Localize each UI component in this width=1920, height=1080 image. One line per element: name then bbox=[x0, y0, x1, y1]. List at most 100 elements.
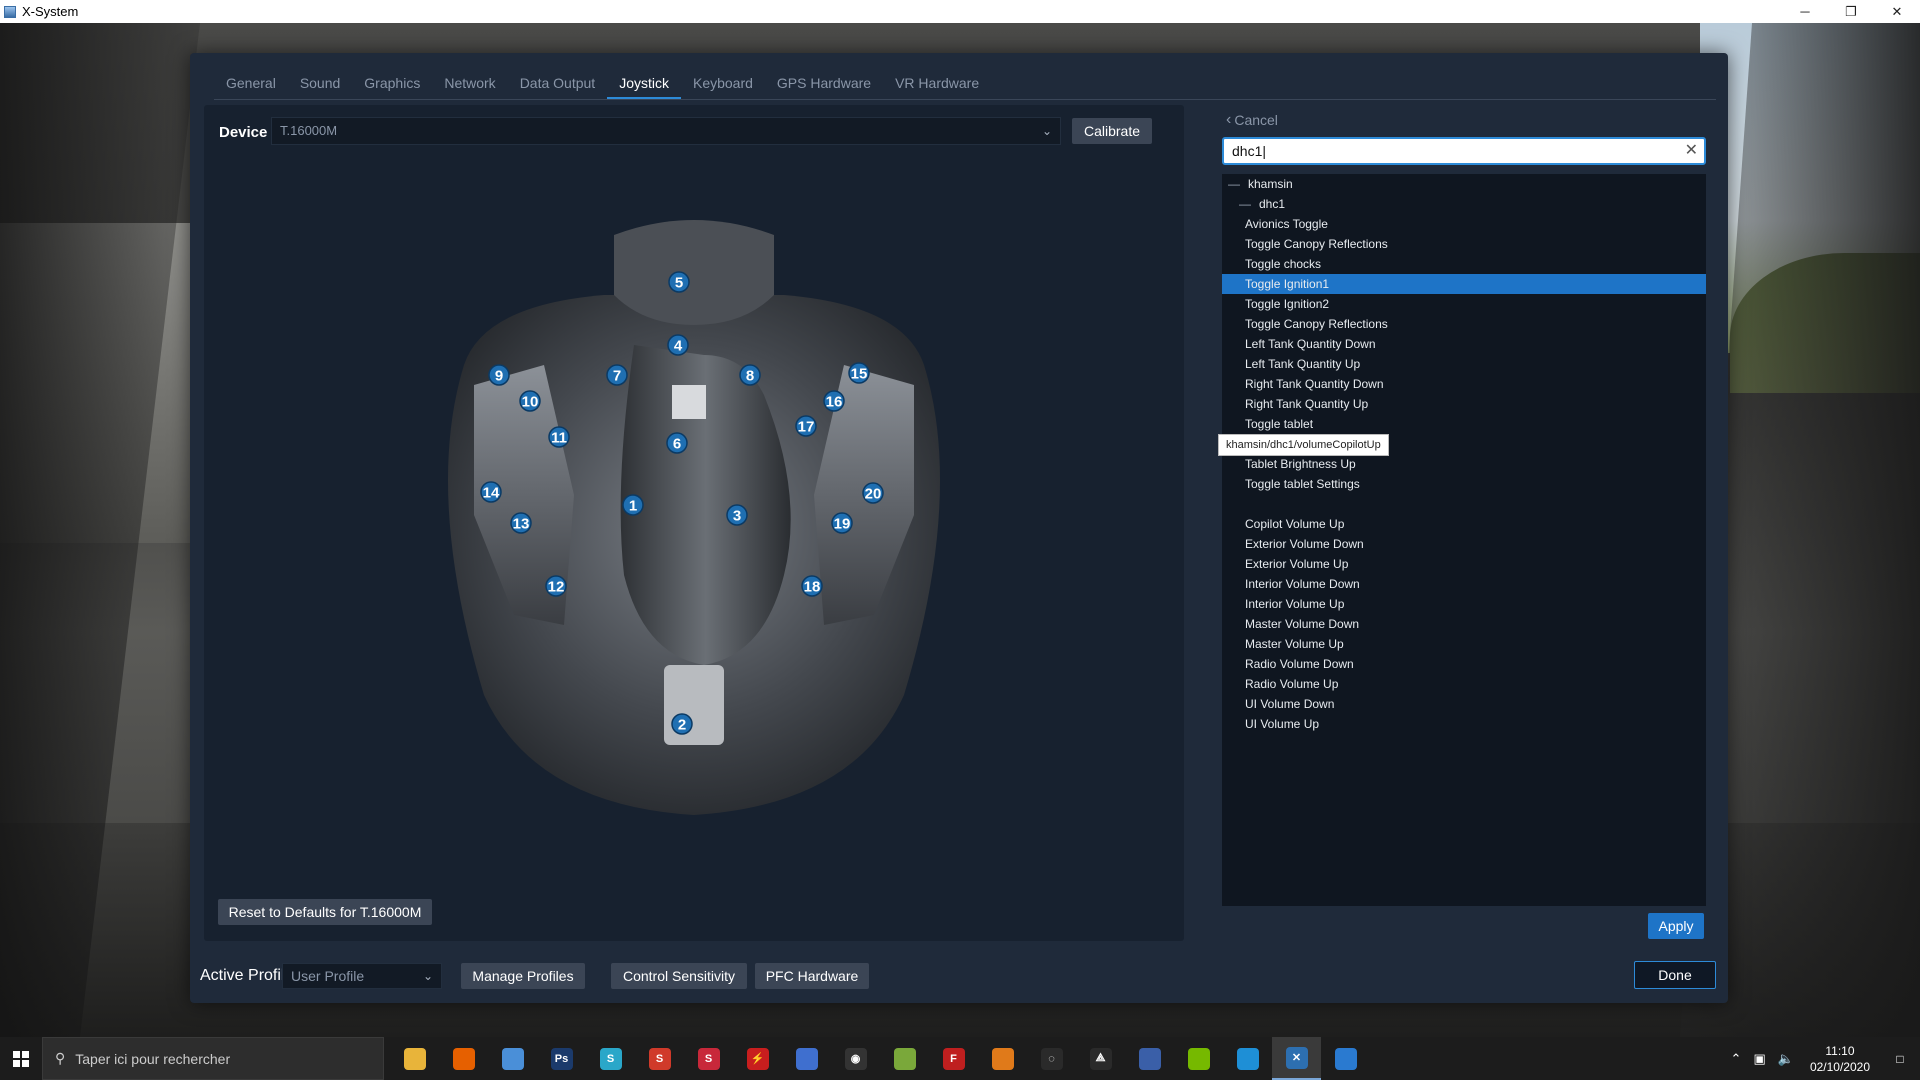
done-button[interactable]: Done bbox=[1634, 961, 1716, 989]
tree-item[interactable]: Toggle Ignition2 bbox=[1222, 294, 1706, 314]
joystick-button-badge[interactable]: 14 bbox=[480, 481, 502, 503]
tree-group-khamsin[interactable]: — khamsin bbox=[1222, 174, 1706, 194]
tab-network[interactable]: Network bbox=[432, 67, 507, 99]
tree-item[interactable]: Right Tank Quantity Up bbox=[1222, 394, 1706, 414]
collapse-icon[interactable]: — bbox=[1228, 174, 1240, 194]
apply-button[interactable]: Apply bbox=[1648, 913, 1704, 939]
tree-item[interactable]: Toggle Canopy Reflections bbox=[1222, 314, 1706, 334]
taskbar-app-nvidia-icon[interactable] bbox=[1174, 1037, 1223, 1080]
volume-icon[interactable]: 🔈 bbox=[1772, 1051, 1800, 1067]
taskbar-app-obs-icon[interactable]: ◉ bbox=[831, 1037, 880, 1080]
joystick-button-badge[interactable]: 12 bbox=[545, 575, 567, 597]
clock[interactable]: 11:10 02/10/2020 bbox=[1800, 1043, 1880, 1075]
pfc-hardware-button[interactable]: PFC Hardware bbox=[755, 963, 869, 989]
taskbar-app-chat-icon[interactable] bbox=[488, 1037, 537, 1080]
tab-graphics[interactable]: Graphics bbox=[352, 67, 432, 99]
joystick-button-badge[interactable]: 20 bbox=[862, 482, 884, 504]
tree-item[interactable]: Left Tank Quantity Down bbox=[1222, 334, 1706, 354]
taskbar-app-globe-icon[interactable] bbox=[1125, 1037, 1174, 1080]
taskbar-app-filezilla-icon[interactable]: F bbox=[929, 1037, 978, 1080]
taskbar-app-notepad-icon[interactable] bbox=[880, 1037, 929, 1080]
tree-item[interactable] bbox=[1222, 494, 1706, 514]
tree-item[interactable]: UI Volume Down bbox=[1222, 694, 1706, 714]
taskbar-app-photoshop-icon[interactable]: Ps bbox=[537, 1037, 586, 1080]
joystick-button-badge[interactable]: 16 bbox=[823, 390, 845, 412]
tree-item[interactable]: Toggle Canopy Reflections bbox=[1222, 234, 1706, 254]
joystick-button-badge[interactable]: 4 bbox=[667, 334, 689, 356]
taskbar-app-app-s2-icon[interactable]: S bbox=[684, 1037, 733, 1080]
joystick-button-badge[interactable]: 8 bbox=[739, 364, 761, 386]
tree-item[interactable]: Radio Volume Up bbox=[1222, 674, 1706, 694]
minimize-button[interactable]: ─ bbox=[1782, 0, 1828, 23]
tab-gps-hardware[interactable]: GPS Hardware bbox=[765, 67, 883, 99]
tab-general[interactable]: General bbox=[214, 67, 288, 99]
manage-profiles-button[interactable]: Manage Profiles bbox=[461, 963, 585, 989]
cancel-link[interactable]: ‹ Cancel bbox=[1226, 111, 1278, 129]
tray-chevron-up-icon[interactable]: ⌃ bbox=[1725, 1051, 1748, 1067]
taskbar-app-app-orange-icon[interactable] bbox=[978, 1037, 1027, 1080]
joystick-button-badge[interactable]: 3 bbox=[726, 504, 748, 526]
command-search-input[interactable]: dhc1| ✕ bbox=[1222, 137, 1706, 165]
taskbar-app-app-blue-icon[interactable] bbox=[1321, 1037, 1370, 1080]
tree-item[interactable]: Left Tank Quantity Up bbox=[1222, 354, 1706, 374]
tree-group-dhc1[interactable]: — dhc1 bbox=[1222, 194, 1706, 214]
maximize-button[interactable]: ❐ bbox=[1828, 0, 1874, 23]
notifications-icon[interactable]: □ bbox=[1880, 1037, 1920, 1080]
joystick-button-badge[interactable]: 11 bbox=[548, 426, 570, 448]
taskbar-app-flash-icon[interactable]: ⚡ bbox=[733, 1037, 782, 1080]
tree-item[interactable]: Radio Volume Down bbox=[1222, 654, 1706, 674]
device-select[interactable]: T.16000M ⌄ bbox=[271, 117, 1061, 145]
taskbar-app-app-red-icon[interactable]: S bbox=[635, 1037, 684, 1080]
taskbar-search[interactable]: ⚲ Taper ici pour rechercher bbox=[42, 1037, 384, 1080]
tree-item[interactable]: Tablet Brightness Up bbox=[1222, 454, 1706, 474]
start-button[interactable] bbox=[0, 1037, 42, 1080]
taskbar-app-satellite-icon[interactable]: ⟁ bbox=[1076, 1037, 1125, 1080]
joystick-button-badge[interactable]: 7 bbox=[606, 364, 628, 386]
tab-sound[interactable]: Sound bbox=[288, 67, 352, 99]
taskbar-app-document-icon[interactable] bbox=[782, 1037, 831, 1080]
reset-defaults-button[interactable]: Reset to Defaults for T.16000M bbox=[218, 899, 432, 925]
joystick-button-badge[interactable]: 6 bbox=[666, 432, 688, 454]
tree-item[interactable]: Toggle tablet bbox=[1222, 414, 1706, 434]
taskbar-app-app-s-icon[interactable]: S bbox=[586, 1037, 635, 1080]
clear-search-icon[interactable]: ✕ bbox=[1685, 139, 1698, 163]
network-icon[interactable]: ▣ bbox=[1747, 1051, 1771, 1067]
joystick-button-badge[interactable]: 9 bbox=[488, 364, 510, 386]
tree-item[interactable]: Toggle tablet Settings bbox=[1222, 474, 1706, 494]
tree-item[interactable]: Exterior Volume Down bbox=[1222, 534, 1706, 554]
taskbar-app-xplane-icon[interactable]: ✕ bbox=[1272, 1037, 1321, 1080]
profile-select[interactable]: User Profile ⌄ bbox=[282, 963, 442, 989]
joystick-button-badge[interactable]: 13 bbox=[510, 512, 532, 534]
taskbar-app-edge-icon[interactable] bbox=[1223, 1037, 1272, 1080]
joystick-button-badge[interactable]: 1 bbox=[622, 494, 644, 516]
joystick-button-badge[interactable]: 5 bbox=[668, 271, 690, 293]
tree-item[interactable]: Toggle chocks bbox=[1222, 254, 1706, 274]
tab-data-output[interactable]: Data Output bbox=[508, 67, 608, 99]
tab-joystick[interactable]: Joystick bbox=[607, 67, 681, 99]
control-sensitivity-button[interactable]: Control Sensitivity bbox=[611, 963, 747, 989]
tree-item[interactable]: Master Volume Down bbox=[1222, 614, 1706, 634]
taskbar-app-firefox-icon[interactable] bbox=[439, 1037, 488, 1080]
joystick-button-badge[interactable]: 15 bbox=[848, 362, 870, 384]
tree-item[interactable]: Master Volume Up bbox=[1222, 634, 1706, 654]
joystick-button-badge[interactable]: 10 bbox=[519, 390, 541, 412]
tree-item[interactable]: Right Tank Quantity Down bbox=[1222, 374, 1706, 394]
joystick-button-badge[interactable]: 2 bbox=[671, 713, 693, 735]
collapse-icon[interactable]: — bbox=[1239, 194, 1251, 214]
joystick-button-badge[interactable]: 18 bbox=[801, 575, 823, 597]
tree-item[interactable]: Copilot Volume Up bbox=[1222, 514, 1706, 534]
taskbar-app-steam-icon[interactable]: ◌ bbox=[1027, 1037, 1076, 1080]
joystick-button-badge[interactable]: 17 bbox=[795, 415, 817, 437]
tree-item[interactable]: Exterior Volume Up bbox=[1222, 554, 1706, 574]
tab-keyboard[interactable]: Keyboard bbox=[681, 67, 765, 99]
tree-item[interactable]: Interior Volume Down bbox=[1222, 574, 1706, 594]
joystick-button-badge[interactable]: 19 bbox=[831, 512, 853, 534]
tree-item[interactable]: Toggle Ignition1 bbox=[1222, 274, 1706, 294]
tree-item[interactable]: Avionics Toggle bbox=[1222, 214, 1706, 234]
tree-item[interactable]: UI Volume Up bbox=[1222, 714, 1706, 734]
tree-item[interactable]: Interior Volume Up bbox=[1222, 594, 1706, 614]
calibrate-button[interactable]: Calibrate bbox=[1072, 118, 1152, 144]
close-button[interactable]: ✕ bbox=[1874, 0, 1920, 23]
taskbar-app-file-explorer-icon[interactable] bbox=[390, 1037, 439, 1080]
tab-vr-hardware[interactable]: VR Hardware bbox=[883, 67, 991, 99]
